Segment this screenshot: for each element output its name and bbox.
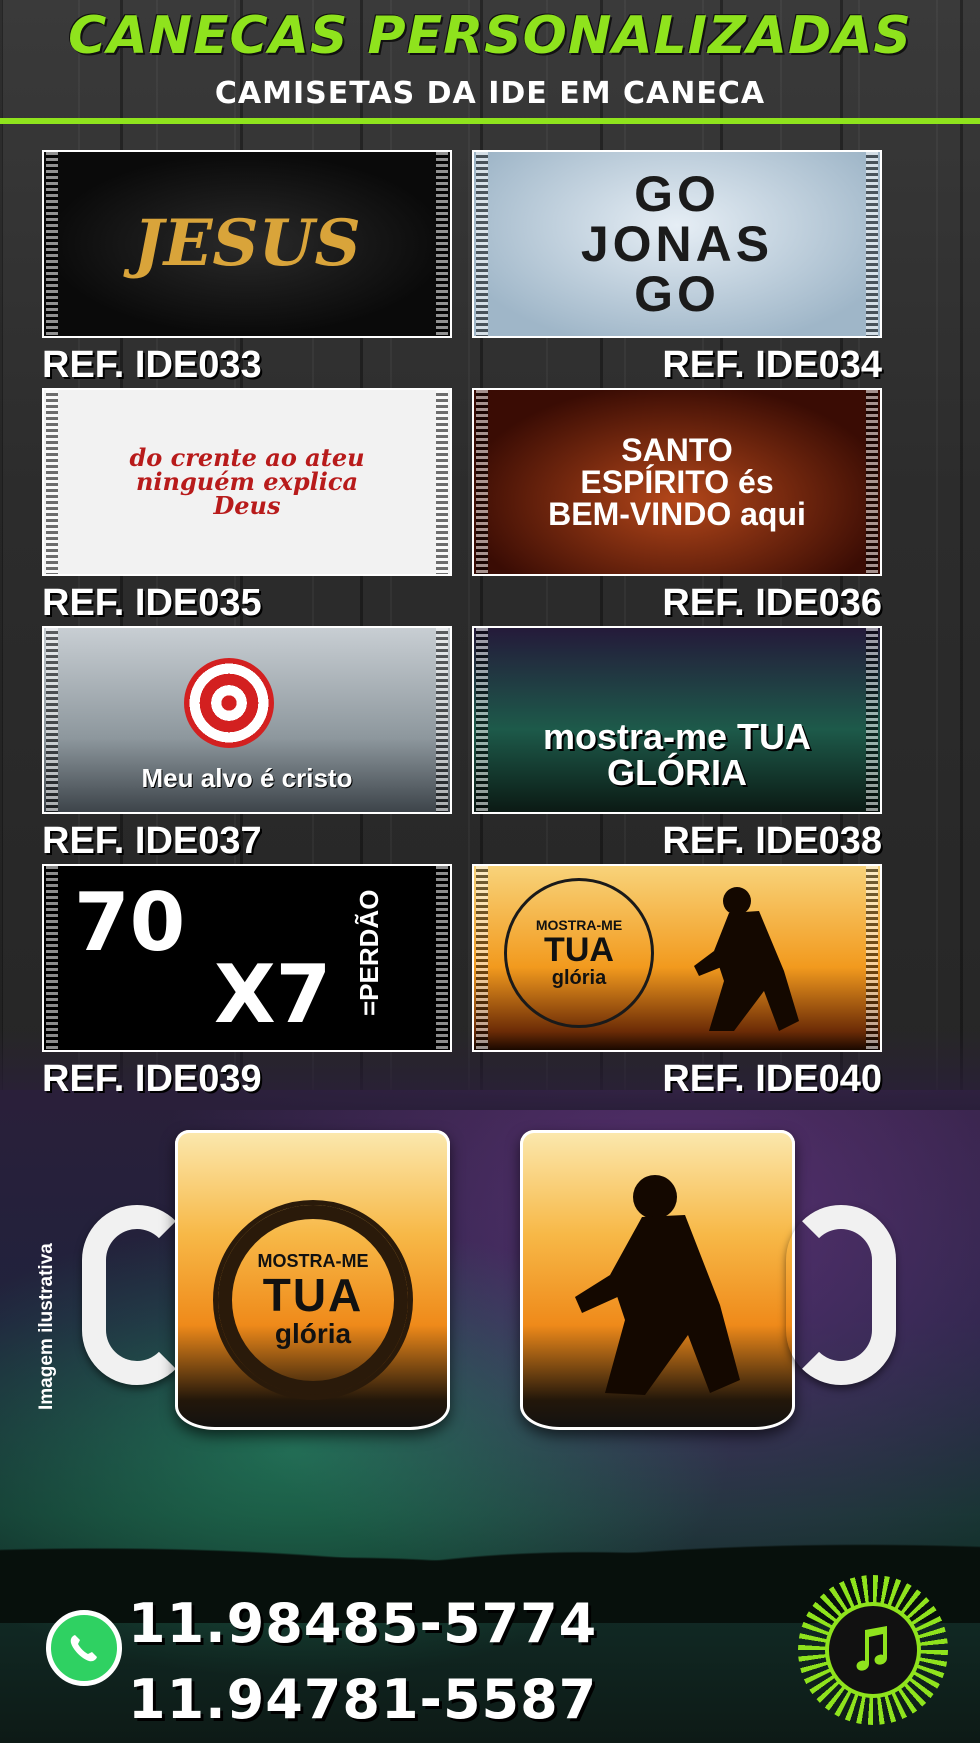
brand-logo xyxy=(798,1575,948,1725)
art-text: X7 xyxy=(214,948,332,1041)
product-art: SANTO ESPÍRITO és BEM-VINDO aqui xyxy=(472,388,882,576)
page-subtitle: CAMISETAS DA IDE EM CANECA xyxy=(214,76,766,111)
product-card[interactable]: 70 X7 =PERDÃO REF. IDE039 xyxy=(42,864,452,1101)
product-card[interactable]: Meu alvo é cristo REF. IDE037 xyxy=(42,626,452,863)
music-note-icon xyxy=(856,1626,887,1671)
product-ref: REF. IDE035 xyxy=(42,582,262,624)
header-divider xyxy=(0,118,980,124)
praying-man-icon xyxy=(575,1175,740,1395)
product-card[interactable]: mostra-me TUA GLÓRIA REF. IDE038 xyxy=(472,626,882,863)
praying-man-icon xyxy=(694,887,799,1031)
page-title: CANECAS PERSONALIZADAS xyxy=(68,6,912,66)
seal: MOSTRA-ME TUA glória xyxy=(213,1200,413,1400)
art-text: do crente ao ateu ninguém explica Deus xyxy=(129,443,365,520)
art-text: Meu alvo é cristo xyxy=(141,763,353,793)
seal: MOSTRA-ME TUA glória xyxy=(504,878,654,1028)
product-art: JESUS xyxy=(42,150,452,338)
art-text: SANTO ESPÍRITO és BEM-VINDO aqui xyxy=(548,432,806,532)
brand-logo-inner xyxy=(825,1602,921,1698)
mug-back xyxy=(520,1130,795,1430)
seal-text: TUA xyxy=(544,930,614,969)
product-ref: REF. IDE036 xyxy=(662,582,882,624)
product-art: Meu alvo é cristo xyxy=(42,626,452,814)
art-text: JESUS xyxy=(133,206,361,281)
art-text: mostra-me TUA GLÓRIA xyxy=(542,716,812,793)
whatsapp-icon[interactable] xyxy=(46,1610,122,1686)
product-ref: REF. IDE040 xyxy=(662,1058,882,1100)
product-art: MOSTRA-ME TUA glória xyxy=(472,864,882,1052)
header: CANECAS PERSONALIZADAS CAMISETAS DA IDE … xyxy=(0,0,980,124)
product-ref: REF. IDE034 xyxy=(662,344,882,386)
mug-handle xyxy=(786,1205,896,1385)
product-ref: REF. IDE033 xyxy=(42,344,262,386)
product-art: do crente ao ateu ninguém explica Deus xyxy=(42,388,452,576)
phone-handset-icon xyxy=(70,1635,97,1662)
product-card[interactable]: do crente ao ateu ninguém explica Deus R… xyxy=(42,388,452,625)
art-text: GO JONAS GO xyxy=(580,166,774,322)
product-art: mostra-me TUA GLÓRIA xyxy=(472,626,882,814)
seal-text: glória xyxy=(274,1317,352,1349)
product-art: GO JONAS GO xyxy=(472,150,882,338)
product-card[interactable]: MOSTRA-ME TUA glória REF. IDE040 xyxy=(472,864,882,1101)
product-card[interactable]: GO JONAS GO REF. IDE034 xyxy=(472,150,882,387)
product-card[interactable]: SANTO ESPÍRITO és BEM-VINDO aqui REF. ID… xyxy=(472,388,882,625)
seal-text: glória xyxy=(551,966,607,989)
art-text: =PERDÃO xyxy=(354,889,384,1016)
mug-front: MOSTRA-ME TUA glória xyxy=(175,1130,450,1430)
phone-number[interactable]: 11.98485-5774 xyxy=(128,1592,597,1655)
product-art: 70 X7 =PERDÃO xyxy=(42,864,452,1052)
phone-number[interactable]: 11.94781-5587 xyxy=(128,1668,597,1731)
product-ref: REF. IDE039 xyxy=(42,1058,262,1100)
illustrative-note: Imagem ilustrativa xyxy=(36,1243,57,1410)
seal-text: TUA xyxy=(262,1268,364,1321)
product-card[interactable]: JESUS REF. IDE033 xyxy=(42,150,452,387)
art-text: 70 xyxy=(74,876,186,969)
product-ref: REF. IDE037 xyxy=(42,820,262,862)
product-ref: REF. IDE038 xyxy=(662,820,882,862)
